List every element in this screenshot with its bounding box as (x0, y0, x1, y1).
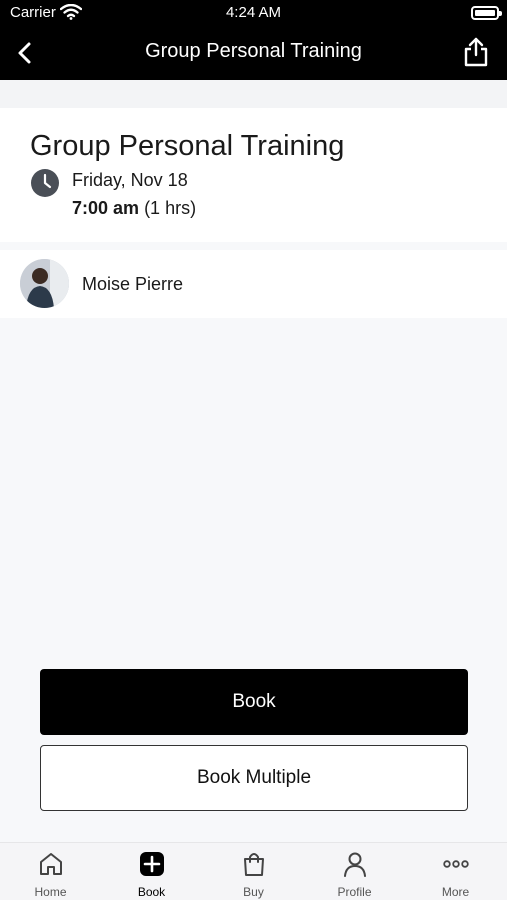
battery-icon (471, 6, 502, 20)
tab-buy-label: Buy (243, 885, 264, 899)
instructor-name: Moise Pierre (82, 274, 184, 294)
nav-title: Group Personal Training (145, 40, 362, 62)
navigation-bar: Group Personal Training (0, 26, 507, 80)
status-bar: Carrier 4:24 AM (0, 0, 507, 26)
plus-square-icon (139, 851, 165, 877)
section-spacer (0, 80, 507, 108)
tab-more[interactable]: More (405, 843, 506, 900)
tab-home[interactable]: Home (0, 843, 101, 900)
tab-book-label: Book (137, 885, 166, 899)
class-title: Group Personal Training (30, 130, 345, 162)
tab-home-label: Home (34, 885, 67, 899)
class-time-line: 7:00 am (1 hrs) (72, 198, 196, 219)
home-icon (38, 851, 64, 877)
status-time: 4:24 AM (225, 4, 282, 21)
tab-profile[interactable]: Profile (304, 843, 405, 900)
tab-bar: Home Book Buy Profile More (0, 842, 507, 900)
tab-buy[interactable]: Buy (203, 843, 304, 900)
book-button[interactable]: Book (40, 669, 468, 735)
ellipsis-icon (443, 851, 469, 877)
tab-profile-label: Profile (337, 885, 372, 899)
share-icon[interactable] (461, 36, 491, 68)
book-multiple-button[interactable]: Book Multiple (40, 745, 468, 811)
instructor-row[interactable]: Moise Pierre (0, 250, 507, 318)
class-time: 7:00 am (72, 198, 140, 218)
tab-book[interactable]: Book (101, 843, 202, 900)
back-chevron-icon[interactable] (12, 39, 40, 67)
class-duration: (1 hrs) (144, 198, 197, 218)
person-icon (342, 851, 368, 877)
shopping-bag-icon (241, 851, 267, 877)
class-date: Friday, Nov 18 (72, 170, 188, 190)
clock-icon (30, 168, 60, 198)
tab-more-label: More (441, 885, 470, 899)
instructor-avatar (20, 259, 69, 308)
class-info-card: Group Personal Training Friday, Nov 18 7… (0, 108, 507, 242)
